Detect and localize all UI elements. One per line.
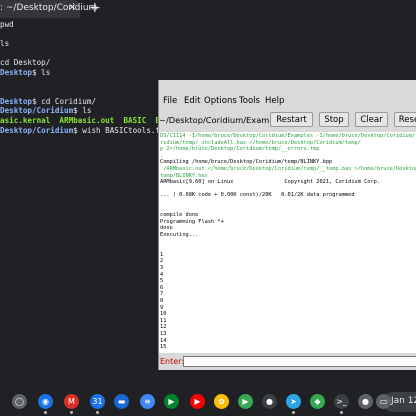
terminal-line: Desktop/Coridium$ wish BASICtools.tcl: [0, 126, 169, 136]
output-line: /ARMbasic.out </home/bruce/Desktop/Corid…: [160, 166, 416, 172]
menu-tools[interactable]: Tools: [239, 96, 260, 106]
calendar-icon[interactable]: 31: [90, 394, 105, 409]
reset-button[interactable]: Rese: [394, 112, 416, 127]
telegram-icon[interactable]: ➤: [286, 394, 301, 409]
output-line: Executing...: [160, 232, 199, 238]
chrome-icon[interactable]: ◉: [38, 394, 53, 409]
output-line: ARMbasic[9.60] on Linux Copyright 2021, …: [160, 179, 381, 186]
enter-label: Enter:: [160, 357, 185, 366]
files-icon[interactable]: ▬: [114, 394, 129, 409]
output-line: temp/BLINKY.hex: [160, 172, 208, 179]
output-line: 14: [160, 337, 167, 344]
prompt-path: Desktop/Coridium: [0, 106, 74, 116]
output-line: compile done: [160, 212, 199, 219]
output-line: 13: [160, 331, 167, 337]
output-line: Programming Flash *+: [160, 218, 224, 225]
menu-file[interactable]: File: [163, 96, 177, 106]
chromeos-shelf: Jan 12 ◯◉M31▬≡▶▶✿▶●➤◆>_●▭: [0, 386, 416, 416]
output-line: p 2>/home/bruce/Desktop/Coridium/temp/__…: [160, 146, 320, 153]
running-indicator: [340, 411, 343, 414]
linux-penguin-icon[interactable]: ●: [358, 394, 373, 409]
terminal-text: ls: [0, 39, 10, 49]
terminal-text: $ ls: [73, 106, 92, 116]
output-line: 3: [160, 265, 164, 271]
prompt-path: Desktop: [0, 96, 33, 106]
gmail-icon[interactable]: M: [64, 394, 79, 409]
output-line: 10: [160, 311, 167, 318]
meet-icon[interactable]: ▶: [164, 394, 179, 409]
output-line: 8: [160, 298, 164, 304]
output-line: 5: [160, 278, 164, 285]
terminal-line: pwd: [0, 20, 14, 30]
tab-title: : ~/Desktop/Coridium: [0, 3, 98, 13]
output-line: .: [160, 152, 164, 159]
restart-button[interactable]: Restart: [270, 112, 313, 127]
notes-icon[interactable]: ▭: [376, 394, 391, 409]
output-line: done: [160, 225, 173, 232]
basictools-window: File Edit Options Tools Help ~/Desktop/C…: [158, 80, 416, 370]
terminal-line: Desktop/Coridium$ ls: [0, 106, 91, 116]
terminal-text: cd Desktop/: [0, 58, 51, 68]
menu-help[interactable]: Help: [265, 96, 284, 106]
running-indicator: [292, 411, 295, 414]
terminal-text: $ cd Coridium/: [32, 96, 97, 106]
running-indicator: [70, 411, 73, 414]
clear-button[interactable]: Clear: [355, 112, 388, 127]
date-label: Jan 12: [391, 396, 416, 406]
output-line: 6: [160, 284, 164, 291]
running-indicator: [44, 411, 47, 414]
terminal-line: Desktop$ ls: [0, 68, 50, 78]
terminal-text: asic.kernal ARMbasic.out BASIC BASI: [0, 116, 174, 125]
terminal-line: cd Desktop/: [0, 58, 50, 68]
terminal-text: $ ls: [32, 68, 51, 77]
terminal-line: asic.kernal ARMbasic.out BASIC BASI: [0, 116, 174, 126]
output-line: 9: [160, 304, 164, 311]
docs-icon[interactable]: ≡: [140, 394, 155, 409]
new-tab-icon[interactable]: +: [89, 0, 101, 16]
toolbar: ~/Desktop/Coridium/Examples Restart Stop…: [159, 110, 416, 130]
output-line: 12: [160, 324, 167, 331]
terminal-line: Desktop$ cd Coridium/: [0, 97, 96, 107]
output-line: 15: [160, 344, 167, 351]
launcher-icon[interactable]: ◯: [12, 394, 27, 409]
menu-edit[interactable]: Edit: [184, 96, 200, 106]
output-line: DS/C1114 -I/home/bruce/Desktop/Coridium/…: [160, 133, 416, 139]
browser-tab[interactable]: : ~/Desktop/Coridium ×: [0, 0, 97, 18]
output-line: ... ( 0.08K code + 0.00K const)/20K 0.01…: [160, 192, 355, 199]
output-line: 7: [160, 291, 164, 298]
maps-icon[interactable]: ◆: [310, 394, 325, 409]
close-tab-icon[interactable]: ×: [68, 2, 76, 13]
browser-tab-strip: : ~/Desktop/Coridium × +: [0, 0, 416, 18]
output-line: Compiling /home/bruce/Desktop/Coridium/t…: [160, 159, 333, 166]
terminal-icon[interactable]: >_: [334, 394, 349, 409]
output-console[interactable]: DS/C1114 -I/home/bruce/Desktop/Coridium/…: [159, 132, 416, 353]
photos-icon[interactable]: ✿: [214, 394, 229, 409]
output-line: ridium/temp/_includeAll.bas >/home/bruce…: [160, 139, 361, 146]
prompt-path: Desktop/Coridium: [0, 125, 74, 135]
enter-input[interactable]: [183, 356, 416, 367]
play-store-icon[interactable]: ▶: [238, 394, 253, 409]
terminal-line: ls: [0, 39, 9, 49]
path-label: ~/Desktop/Coridium/Examples: [159, 115, 287, 125]
output-line: 4: [160, 271, 164, 278]
output-line: 1: [160, 251, 164, 258]
terminal-text: $ wish BASICtools.tcl: [73, 125, 170, 135]
menu-options[interactable]: Options: [204, 96, 237, 106]
menu-bar: File Edit Options Tools Help: [159, 94, 416, 108]
running-indicator: [96, 411, 99, 414]
stop-button[interactable]: Stop: [319, 112, 349, 127]
youtube-icon[interactable]: ▶: [190, 394, 205, 409]
output-line: 11: [160, 317, 167, 324]
enter-bar: Enter:: [159, 353, 416, 370]
output-line: 2: [160, 258, 164, 265]
camera-icon[interactable]: ●: [262, 394, 277, 409]
prompt-path: Desktop: [0, 68, 33, 77]
terminal-text: pwd: [0, 20, 14, 29]
